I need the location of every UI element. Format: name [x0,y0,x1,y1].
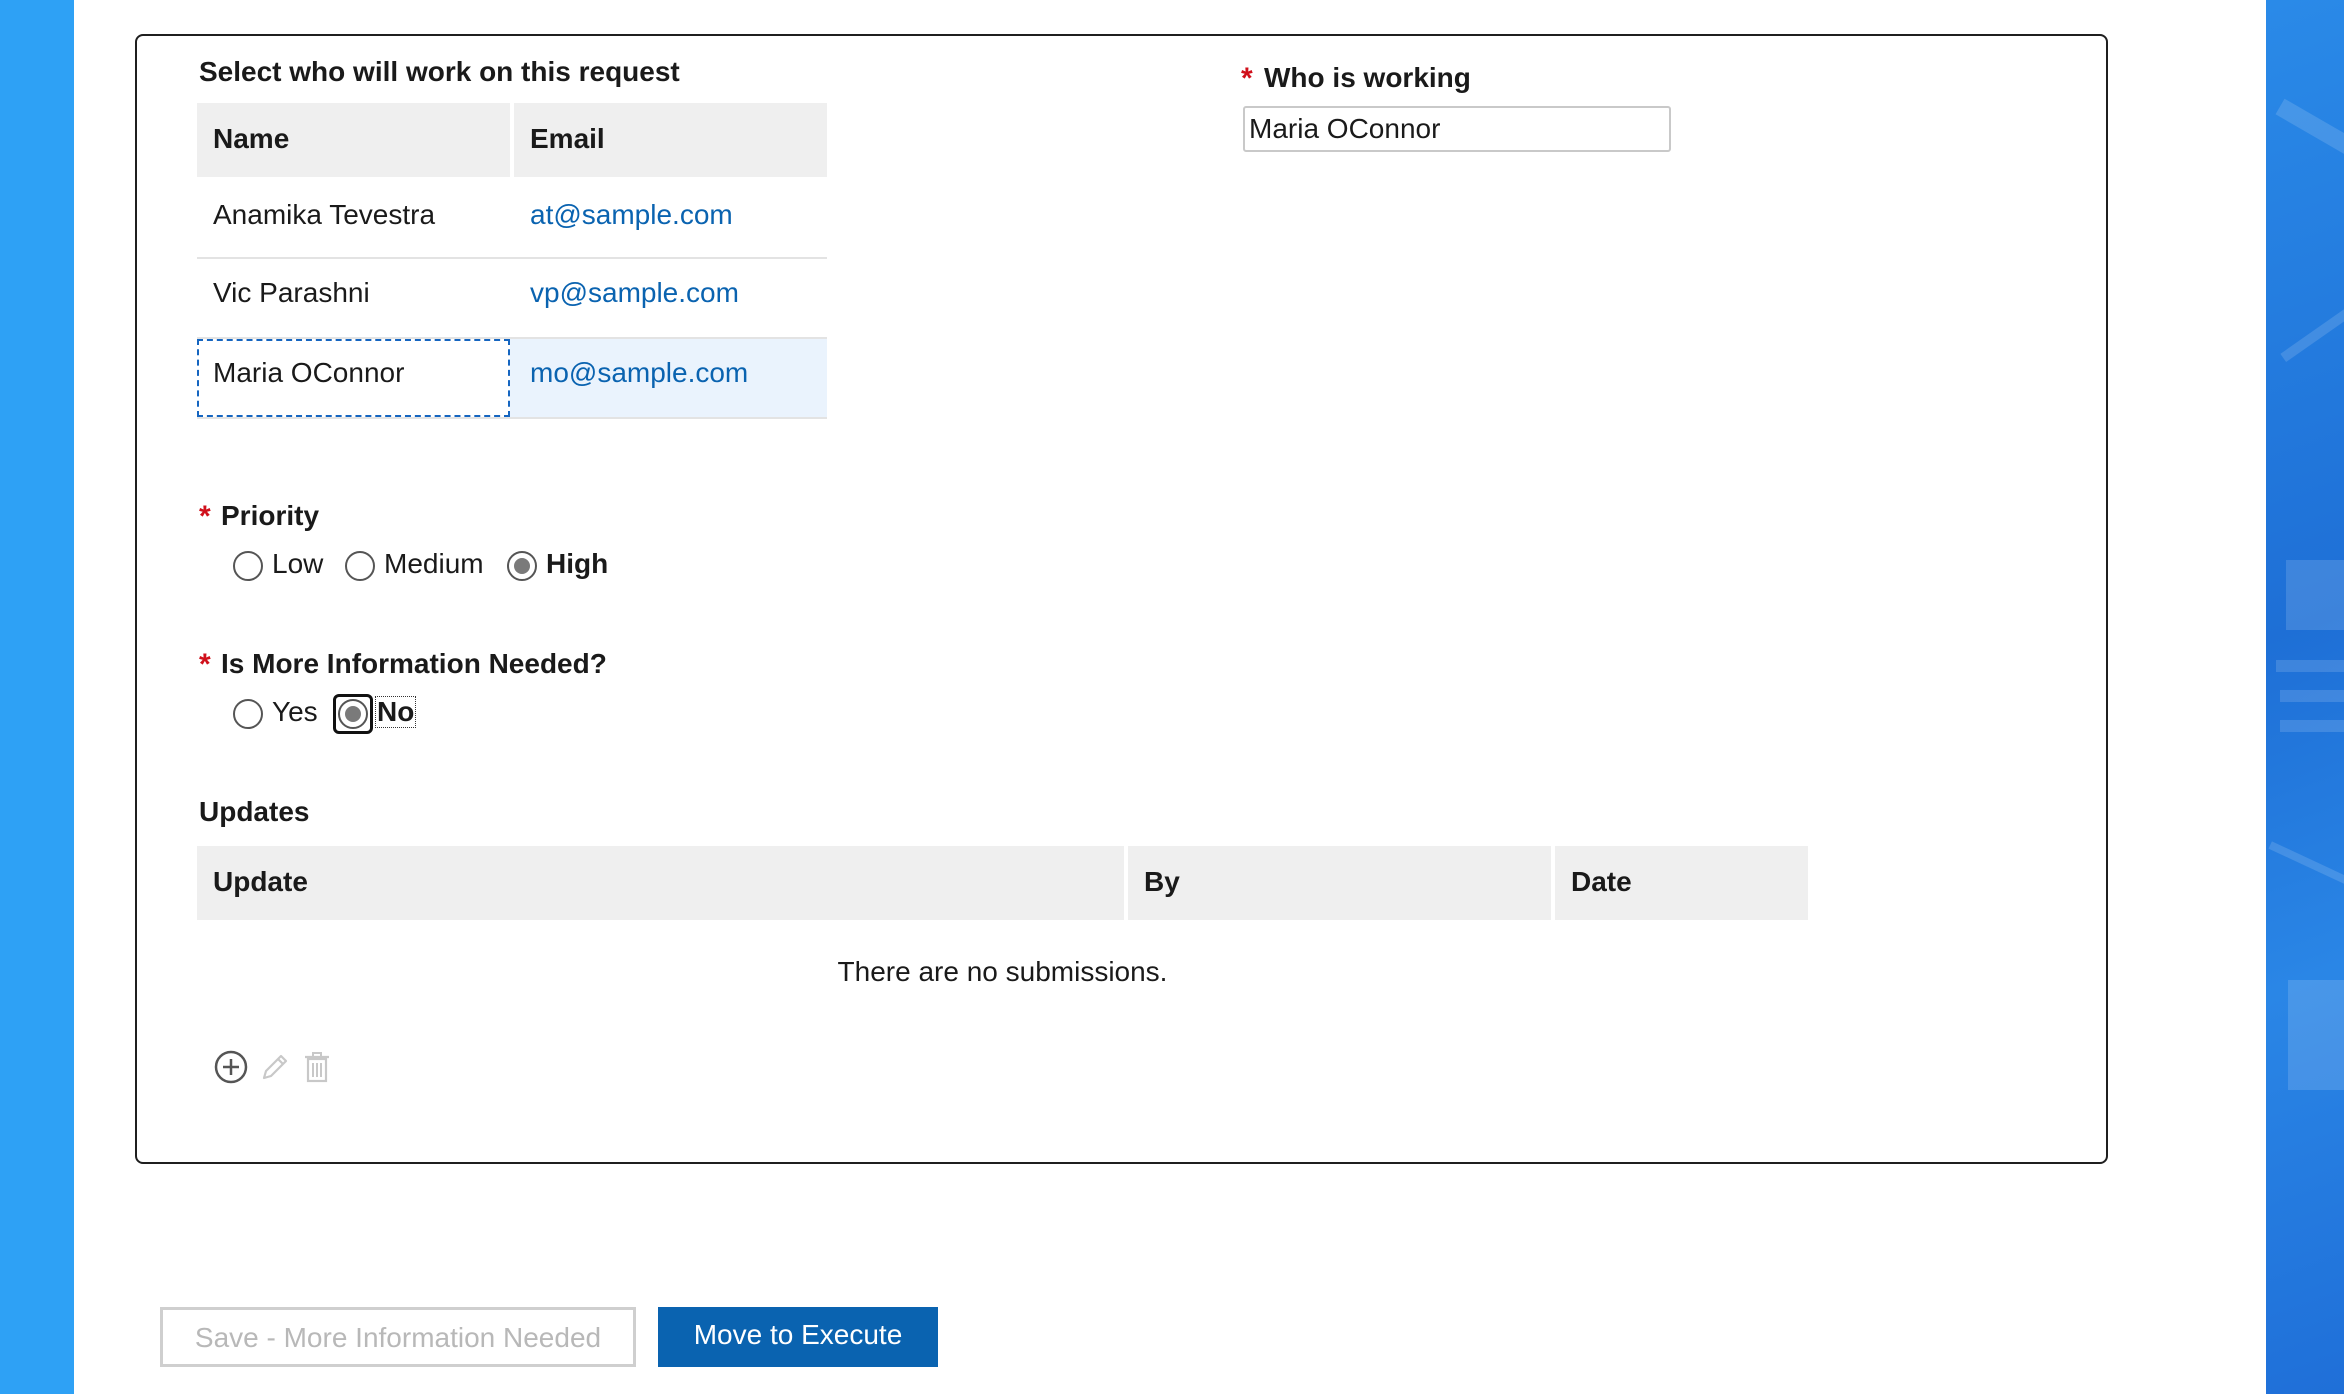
more-info-no-radio[interactable] [338,699,368,729]
worker-email[interactable]: vp@sample.com [530,277,739,309]
priority-label: Priority [221,500,320,531]
worker-table-header-email: Email [514,103,827,177]
updates-title: Updates [199,796,310,827]
worker-name: Vic Parashni [213,277,370,308]
worker-email[interactable]: mo@sample.com [530,357,748,389]
table-row[interactable]: Anamika Tevestra at@sample.com [197,179,827,259]
who-working-field[interactable]: Maria OConnor [1243,106,1671,152]
updates-header-by[interactable]: By [1128,846,1551,920]
who-working-label: Who is working [1264,62,1471,93]
left-background-band [0,0,74,1394]
add-circle-icon[interactable] [213,1049,249,1085]
worker-table-title: Select who will work on this request [199,56,680,87]
save-more-information-button[interactable]: Save - More Information Needed [160,1307,636,1367]
priority-medium-label[interactable]: Medium [384,548,484,580]
updates-header-update[interactable]: Update [197,846,1124,920]
priority-low-label[interactable]: Low [272,548,323,580]
priority-medium-radio[interactable] [345,551,375,581]
worker-email[interactable]: at@sample.com [530,199,733,231]
updates-empty-message: There are no submissions. [837,956,1168,987]
updates-header-date[interactable]: Date [1555,846,1808,920]
request-form-panel: Select who will work on this request Nam… [135,34,2108,1164]
worker-name: Anamika Tevestra [213,199,436,230]
required-asterisk: * [1241,62,1253,95]
priority-high-radio[interactable] [507,551,537,581]
trash-icon[interactable] [299,1049,335,1085]
row-divider [197,417,827,419]
worker-name: Maria OConnor [213,357,405,388]
more-info-no-label[interactable]: No [375,696,417,728]
more-info-yes-radio[interactable] [233,699,263,729]
worker-table-header-name: Name [197,103,510,177]
priority-high-label[interactable]: High [546,548,608,580]
required-asterisk: * [199,648,211,681]
required-asterisk: * [199,500,211,533]
pencil-icon[interactable] [257,1049,293,1085]
more-info-label: Is More Information Needed? [221,648,607,679]
table-row[interactable]: Vic Parashni vp@sample.com [197,259,827,337]
table-row-selected[interactable]: Maria OConnor mo@sample.com [197,339,827,417]
priority-low-radio[interactable] [233,551,263,581]
right-background-band [2266,0,2344,1394]
move-to-execute-button[interactable]: Move to Execute [658,1307,938,1367]
more-info-yes-label[interactable]: Yes [272,696,318,728]
